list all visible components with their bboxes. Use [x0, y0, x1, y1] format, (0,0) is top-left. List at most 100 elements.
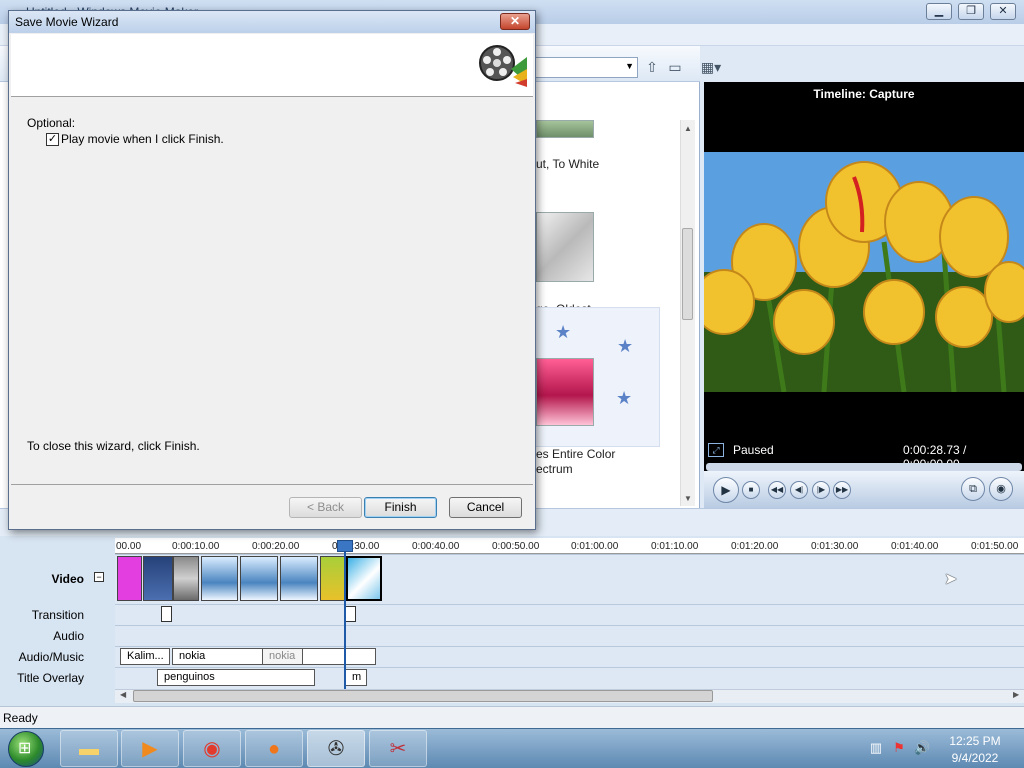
star-icon: ★: [555, 322, 572, 342]
finish-button[interactable]: Finish: [364, 497, 437, 518]
status-text: Ready: [3, 711, 38, 725]
play-movie-checkbox[interactable]: ✓: [46, 133, 59, 146]
effect-thumbnail[interactable]: [536, 120, 594, 138]
grid-view-icon: ▦▾: [700, 59, 722, 75]
split-button[interactable]: ⧉: [961, 477, 985, 501]
taskbar-snipping-tool[interactable]: ✂: [369, 730, 427, 767]
media-player-icon: ▶: [142, 738, 158, 760]
scroll-right-icon[interactable]: ▶: [1013, 690, 1019, 699]
minimize-button[interactable]: ▁: [926, 3, 952, 20]
close-icon: ✕: [998, 5, 1008, 17]
dialog-title: Save Movie Wizard: [15, 15, 119, 29]
video-clip[interactable]: [117, 556, 142, 601]
movie-maker-icon: [477, 39, 529, 89]
snapshot-button[interactable]: ◉: [989, 477, 1013, 501]
ruler-tick: 0:01:00.00: [571, 541, 619, 552]
title-overlay-track-label: Title Overlay: [17, 671, 84, 685]
previous-frame-button[interactable]: ◀◀: [768, 481, 786, 499]
volume-icon[interactable]: 🔊: [914, 740, 930, 756]
transition-clip[interactable]: [345, 606, 356, 622]
network-icon[interactable]: ▥: [868, 740, 884, 756]
preview-status: Paused: [733, 443, 774, 457]
firefox-icon: ●: [267, 738, 281, 760]
maximize-icon: ❐: [966, 5, 976, 17]
optional-label: Optional:: [27, 116, 76, 130]
taskbar-chrome[interactable]: ◉: [183, 730, 241, 767]
video-clip[interactable]: [143, 556, 173, 601]
stop-button[interactable]: ■: [742, 481, 760, 499]
expand-icon[interactable]: ⤢: [708, 443, 724, 457]
action-center-icon[interactable]: ⚑: [891, 740, 907, 756]
collapse-icon[interactable]: −: [94, 572, 104, 582]
play-button[interactable]: ▶: [713, 477, 739, 503]
view-menu-button[interactable]: ▦▾: [698, 57, 724, 77]
audio-clip[interactable]: nokia: [172, 648, 264, 665]
playback-controls: ▶ ■ ◀◀ ◀| |▶ ▶▶ ⧉ ◉: [704, 471, 1024, 508]
next-frame-button[interactable]: ▶▶: [833, 481, 851, 499]
timeline-scroll-thumb[interactable]: [133, 690, 713, 702]
clock-time[interactable]: 12:25 PM: [940, 734, 1010, 748]
up-arrow-icon: ⇧: [646, 59, 658, 75]
dialog-divider: [11, 484, 533, 485]
video-clip[interactable]: [173, 556, 199, 601]
close-hint-text: To close this wizard, click Finish.: [27, 439, 200, 453]
maximize-button[interactable]: ❐: [958, 3, 984, 20]
audio-clip[interactable]: Kalim...: [120, 648, 170, 665]
title-clip[interactable]: penguinos: [157, 669, 315, 686]
effect-thumbnail[interactable]: [536, 212, 594, 282]
audio-track-label: Audio: [53, 629, 84, 643]
video-clip[interactable]: [280, 556, 318, 601]
forward-button[interactable]: |▶: [812, 481, 830, 499]
playhead-handle[interactable]: [337, 540, 353, 552]
transition-track-label: Transition: [31, 608, 84, 622]
step-forward-icon: |▶: [816, 485, 826, 494]
back-button[interactable]: < Back: [289, 497, 362, 518]
transition-track[interactable]: [115, 604, 1024, 625]
effect-label: ut, To White: [536, 157, 600, 171]
ruler-tick: 0:01:40.00: [891, 541, 939, 552]
seek-bar[interactable]: [706, 463, 1022, 471]
back-button[interactable]: ◀|: [790, 481, 808, 499]
audio-clip[interactable]: [302, 648, 376, 665]
close-button[interactable]: ✕: [990, 3, 1016, 20]
playhead[interactable]: [344, 540, 346, 690]
video-clip-selected[interactable]: [346, 556, 382, 601]
play-icon: ▶: [721, 483, 731, 497]
video-track-label: Video: [51, 572, 84, 586]
audio-track[interactable]: [115, 625, 1024, 646]
taskbar-movie-maker[interactable]: ✇: [307, 730, 365, 767]
taskbar-media-player[interactable]: ▶: [121, 730, 179, 767]
clock-date[interactable]: 9/4/2022: [940, 751, 1010, 765]
transition-clip[interactable]: [161, 606, 172, 622]
cancel-button[interactable]: Cancel: [449, 497, 522, 518]
taskbar-firefox[interactable]: ●: [245, 730, 303, 767]
minimize-icon: ▁: [934, 5, 944, 17]
video-clip[interactable]: [240, 556, 278, 601]
start-button[interactable]: ⊞: [8, 731, 44, 767]
rewind-icon: ◀◀: [770, 485, 784, 494]
scroll-left-icon[interactable]: ◀: [120, 690, 126, 699]
checkmark-icon: ✓: [47, 133, 58, 145]
audio-music-track-label: Audio/Music: [18, 650, 84, 664]
effect-label: es Entire Color: [536, 447, 616, 461]
preview-title: Timeline: Capture: [813, 87, 915, 101]
title-clip[interactable]: m: [345, 669, 367, 686]
effect-thumbnail[interactable]: [536, 358, 594, 426]
scroll-down-icon[interactable]: ▼: [684, 494, 692, 503]
new-folder-button[interactable]: ▭: [665, 57, 685, 77]
video-clip[interactable]: [201, 556, 238, 601]
play-movie-label[interactable]: Play movie when I click Finish.: [61, 132, 224, 146]
scroll-up-icon[interactable]: ▲: [684, 124, 692, 133]
effects-scroll-thumb[interactable]: [682, 228, 693, 320]
dialog-close-button[interactable]: ✕: [500, 13, 530, 30]
chrome-icon: ◉: [203, 738, 221, 760]
audio-clip-ghost[interactable]: nokia: [262, 648, 304, 665]
tulips-image: [704, 152, 1024, 392]
video-clip[interactable]: [320, 556, 346, 601]
taskbar-explorer[interactable]: ▬: [60, 730, 118, 767]
up-folder-button[interactable]: ⇧: [642, 57, 662, 77]
movie-maker-icon: ✇: [327, 738, 345, 760]
status-bar: [0, 706, 1024, 728]
collection-dropdown[interactable]: ▼: [530, 57, 638, 78]
scissors-icon: ✂: [389, 738, 407, 760]
